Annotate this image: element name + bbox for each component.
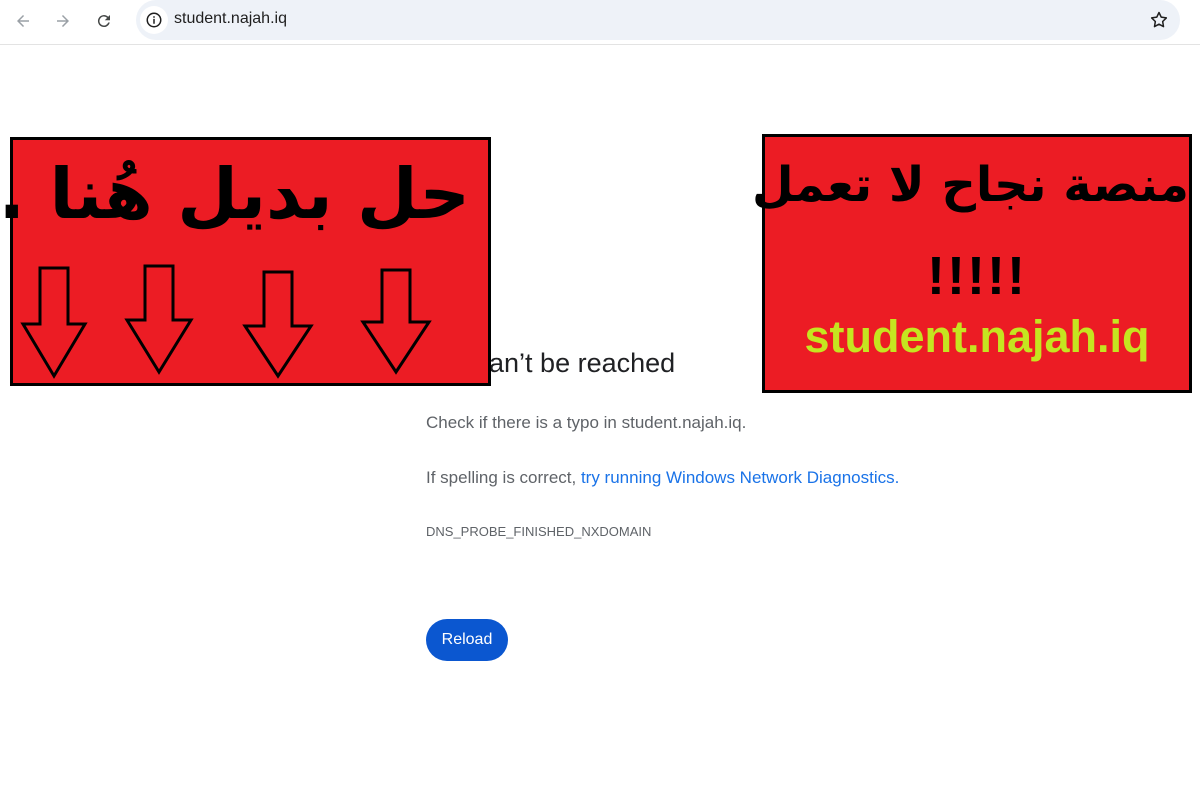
bookmark-button[interactable]	[1146, 7, 1172, 33]
platform-down-banner: منصة نجاح لا تعمل !!!!! student.najah.iq	[752, 134, 1192, 393]
platform-down-title: منصة نجاح لا تعمل	[752, 157, 1189, 213]
info-icon	[146, 12, 162, 28]
error-message-diagnostics: If spelling is correct, try running Wind…	[426, 468, 899, 488]
star-icon	[1150, 11, 1168, 28]
down-arrow-icon	[242, 270, 314, 379]
browser-toolbar: student.najah.iq	[0, 0, 1200, 45]
alternative-solution-banner: حل بديل هُنا ..	[0, 137, 491, 386]
down-arrow-icon	[360, 268, 432, 375]
error-message-typo: Check if there is a typo in student.naja…	[426, 413, 747, 432]
down-arrows-group	[20, 264, 432, 379]
exclamation-marks: !!!!!	[927, 246, 1027, 306]
url-text[interactable]: student.najah.iq	[174, 10, 287, 28]
refresh-button[interactable]	[91, 8, 117, 34]
arrow-left-icon	[17, 15, 29, 27]
site-info-button[interactable]	[140, 6, 168, 34]
arrow-right-icon	[57, 15, 69, 27]
forward-button[interactable]	[50, 8, 76, 34]
network-diagnostics-link[interactable]: try running Windows Network Diagnostics.	[581, 468, 899, 487]
alternative-solution-text: حل بديل هُنا ..	[0, 153, 470, 235]
back-button[interactable]	[10, 8, 36, 34]
error-code: DNS_PROBE_FINISHED_NXDOMAIN	[426, 524, 652, 539]
down-arrow-icon	[124, 264, 194, 375]
address-bar[interactable]: student.najah.iq	[136, 0, 1180, 40]
reload-button[interactable]: Reload	[426, 619, 508, 661]
error-message-prefix: If spelling is correct,	[426, 468, 581, 487]
platform-url: student.najah.iq	[804, 311, 1150, 362]
refresh-icon	[97, 15, 110, 28]
down-arrow-icon	[20, 266, 88, 379]
